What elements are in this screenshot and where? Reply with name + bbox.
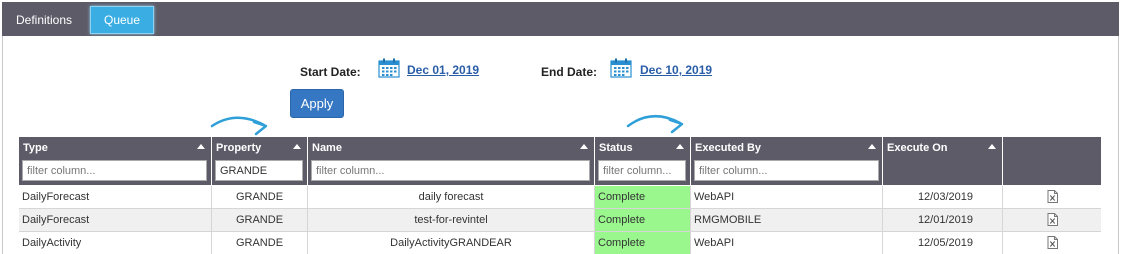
excel-file-icon[interactable] (1047, 190, 1058, 203)
cell-execute-on: 12/03/2019 (883, 186, 1003, 208)
column-header-label: Executed By (695, 142, 762, 154)
column-header-status[interactable]: Status (595, 137, 691, 185)
cell-property: GRANDE (212, 186, 308, 208)
apply-button[interactable]: Apply (290, 89, 344, 118)
cell-execute-on: 12/05/2019 (883, 232, 1003, 254)
filter-input-property[interactable] (215, 160, 303, 181)
column-header-label: Status (599, 142, 633, 154)
cell-name: test-for-revintel (308, 209, 595, 231)
tab-queue[interactable]: Queue (90, 6, 154, 34)
column-header-label: Name (312, 142, 342, 154)
start-date-label: Start Date: (300, 65, 361, 79)
tab-bar: Definitions Queue (2, 2, 1119, 36)
table-row[interactable]: DailyForecast GRANDE test-for-revintel C… (19, 209, 1101, 231)
sort-asc-icon[interactable] (868, 144, 876, 149)
column-header-type[interactable]: Type (19, 137, 212, 185)
cell-executed-by: RMGMOBILE (691, 209, 883, 231)
table-row[interactable]: DailyForecast GRANDE daily forecast Comp… (19, 186, 1101, 208)
sort-asc-icon[interactable] (293, 144, 301, 149)
cell-actions (1003, 232, 1101, 254)
filter-input-type[interactable] (22, 160, 207, 181)
start-date-link[interactable]: Dec 01, 2019 (407, 63, 479, 77)
cell-name: daily forecast (308, 186, 595, 208)
cell-actions (1003, 186, 1101, 208)
annotation-arrow-icon (210, 116, 268, 136)
filter-input-name[interactable] (311, 160, 590, 181)
excel-file-icon[interactable] (1047, 236, 1058, 249)
calendar-icon[interactable] (378, 58, 400, 78)
cell-type: DailyForecast (19, 209, 212, 231)
column-header-name[interactable]: Name (308, 137, 595, 185)
cell-status: Complete (595, 186, 691, 208)
sort-asc-icon[interactable] (676, 144, 684, 149)
sort-asc-icon[interactable] (580, 144, 588, 149)
calendar-icon[interactable] (610, 58, 632, 78)
sort-asc-icon[interactable] (197, 144, 205, 149)
tab-definitions[interactable]: Definitions (6, 5, 82, 36)
cell-status: Complete (595, 209, 691, 231)
cell-status: Complete (595, 232, 691, 254)
cell-execute-on: 12/01/2019 (883, 209, 1003, 231)
table-row[interactable]: DailyActivity GRANDE DailyActivityGRANDE… (19, 232, 1101, 254)
excel-file-icon[interactable] (1047, 213, 1058, 226)
end-date-link[interactable]: Dec 10, 2019 (640, 63, 712, 77)
cell-name: DailyActivityGRANDEAR (308, 232, 595, 254)
cell-type: DailyForecast (19, 186, 212, 208)
annotation-arrow-icon (626, 115, 684, 134)
cell-executed-by: WebAPI (691, 232, 883, 254)
filter-input-status[interactable] (598, 160, 686, 181)
column-header-executed-by[interactable]: Executed By (691, 137, 883, 185)
column-header-actions (1003, 137, 1101, 185)
column-header-property[interactable]: Property (212, 137, 308, 185)
column-header-execute-on[interactable]: Execute On (883, 137, 1003, 185)
cell-property: GRANDE (212, 209, 308, 231)
cell-actions (1003, 209, 1101, 231)
cell-property: GRANDE (212, 232, 308, 254)
cell-type: DailyActivity (19, 232, 212, 254)
end-date-label: End Date: (541, 65, 598, 79)
column-header-label: Execute On (887, 142, 948, 154)
filter-input-executed-by[interactable] (694, 160, 879, 181)
column-header-label: Property (216, 142, 262, 154)
sort-asc-icon[interactable] (988, 144, 996, 149)
cell-executed-by: WebAPI (691, 186, 883, 208)
column-header-label: Type (23, 142, 48, 154)
